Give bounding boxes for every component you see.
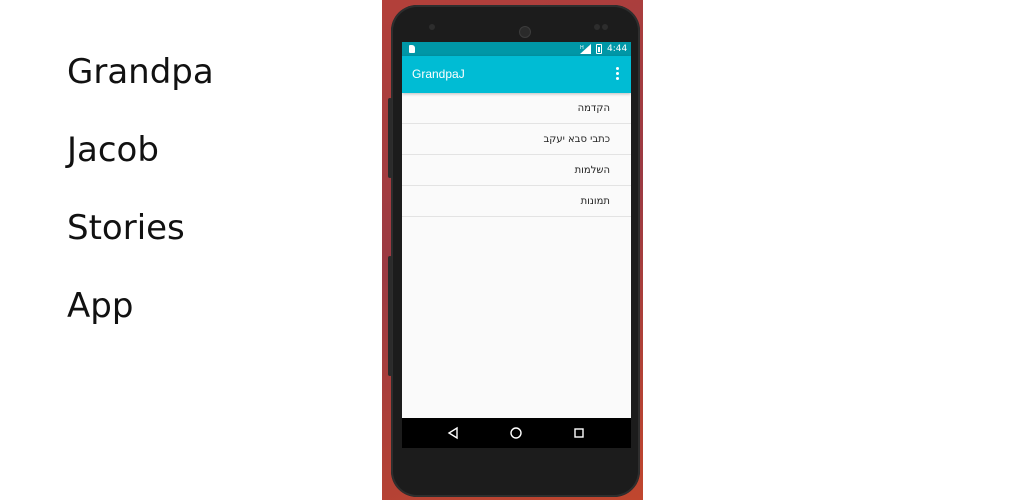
app-toolbar: GrandpaJ	[402, 56, 631, 93]
promo-word-jacob: Jacob	[67, 130, 159, 170]
status-bar: H 4:44	[402, 42, 631, 56]
navigation-bar	[402, 418, 631, 448]
app-title: GrandpaJ	[412, 67, 465, 81]
phone-light-sensor	[602, 24, 608, 30]
menu-item-photos[interactable]: תמונות	[402, 186, 631, 217]
promo-word-app: App	[67, 286, 134, 326]
signal-icon: H	[580, 44, 591, 54]
phone-side-button-top	[388, 98, 392, 178]
menu-list: הקדמה כתבי סבא יעקב השלמות תמונות	[402, 93, 631, 217]
promo-word-stories: Stories	[67, 208, 185, 248]
home-icon[interactable]	[509, 426, 523, 440]
svg-text:H: H	[580, 45, 584, 51]
battery-charging-icon	[596, 44, 602, 54]
menu-item-supplements[interactable]: השלמות	[402, 155, 631, 186]
promo-title: Grandpa Jacob Stories App	[67, 52, 214, 364]
menu-item-introduction[interactable]: הקדמה	[402, 93, 631, 124]
recents-icon[interactable]	[572, 426, 586, 440]
status-clock: 4:44	[607, 44, 628, 54]
more-vert-icon[interactable]	[612, 66, 622, 82]
phone-screen: H 4:44 GrandpaJ הקדמה כתבי סבא יעקב השלמ…	[402, 42, 631, 448]
phone-front-camera	[429, 24, 435, 30]
phone-side-button-bottom	[388, 256, 392, 376]
phone-speaker	[519, 26, 531, 38]
menu-item-writings[interactable]: כתבי סבא יעקב	[402, 124, 631, 155]
back-icon[interactable]	[446, 426, 460, 440]
promo-word-grandpa: Grandpa	[67, 52, 214, 92]
sd-card-icon	[409, 45, 415, 53]
phone-proximity-sensor	[594, 24, 600, 30]
